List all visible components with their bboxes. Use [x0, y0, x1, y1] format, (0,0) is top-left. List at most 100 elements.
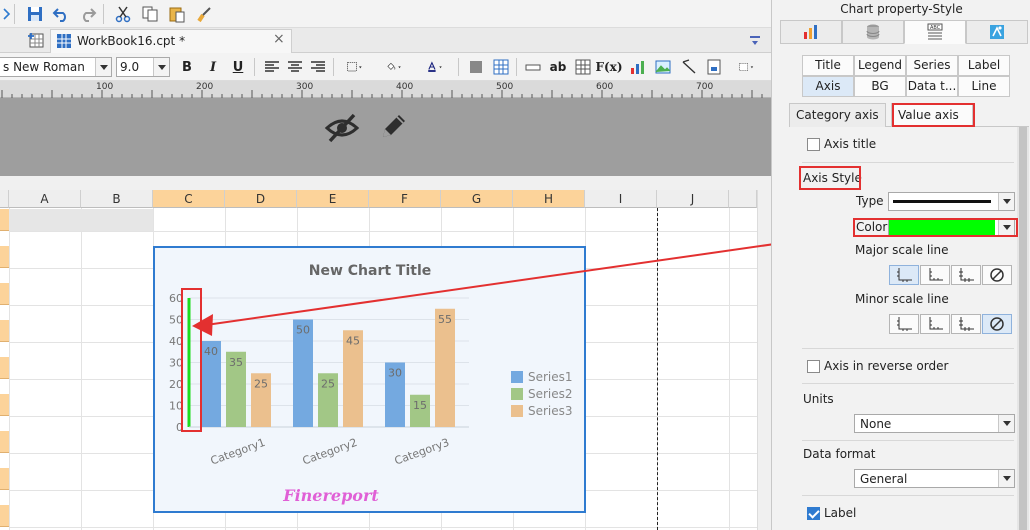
tab-effects[interactable] — [966, 20, 1028, 44]
column-header-k[interactable] — [729, 190, 757, 208]
column-header-i[interactable]: I — [585, 190, 657, 208]
text-insert-button[interactable]: ab — [548, 58, 568, 76]
units-select[interactable]: None — [854, 414, 1015, 433]
scrollbar-thumb[interactable] — [1019, 127, 1027, 530]
font-color-button[interactable] — [418, 58, 452, 76]
column-header-a[interactable]: A — [9, 190, 81, 208]
tab-data[interactable] — [842, 20, 904, 44]
column-header-h[interactable]: H — [513, 190, 585, 208]
hide-eye-icon[interactable] — [324, 112, 360, 144]
row-header[interactable] — [0, 320, 9, 342]
insert-chart-button[interactable] — [628, 58, 648, 76]
tab-chart-type[interactable] — [780, 20, 842, 44]
close-tab-icon[interactable]: × — [273, 31, 285, 47]
minor-scale-none-button[interactable] — [982, 314, 1012, 334]
sheet-vertical-scrollbar[interactable] — [757, 190, 771, 530]
grid-column-line — [9, 208, 10, 530]
cut-button[interactable] — [112, 3, 134, 25]
axis-color-select[interactable] — [888, 218, 1015, 237]
italic-button[interactable]: I — [203, 58, 223, 76]
text-box-button[interactable] — [523, 58, 543, 76]
save-button[interactable] — [24, 3, 46, 25]
data-format-select[interactable]: General — [854, 469, 1015, 488]
ruler-label: 200 — [196, 82, 214, 92]
bold-button[interactable]: B — [177, 58, 197, 76]
copy-icon — [142, 6, 158, 22]
edit-pencil-icon[interactable] — [377, 111, 409, 143]
major-scale-none-button[interactable] — [982, 265, 1012, 285]
column-header-e[interactable]: E — [297, 190, 369, 208]
slash-cell-button[interactable] — [679, 58, 699, 76]
row-header[interactable] — [0, 283, 9, 305]
redo-icon — [83, 8, 97, 22]
row-header[interactable] — [0, 505, 9, 527]
label-checkbox[interactable] — [807, 507, 820, 520]
tab-style[interactable]: ABC — [904, 20, 966, 44]
minor-scale-cross-button[interactable] — [951, 314, 981, 334]
tab-value-axis[interactable]: Value axis — [891, 103, 973, 127]
underline-button[interactable]: U — [228, 58, 248, 76]
paste-button[interactable] — [166, 3, 188, 25]
style-tab-legend[interactable]: Legend — [854, 55, 906, 76]
toolbar-divider — [254, 58, 255, 76]
chart-element[interactable]: New Chart Title 0 10 20 30 40 50 60 40 35 25 Catego… — [153, 246, 586, 513]
panel-vertical-scrollbar[interactable] — [1017, 127, 1029, 530]
style-tab-line[interactable]: Line — [958, 76, 1010, 97]
column-header-f[interactable]: F — [369, 190, 441, 208]
line-type-select[interactable] — [888, 192, 1015, 211]
new-sheet-button[interactable] — [25, 29, 47, 51]
border-button[interactable] — [340, 58, 370, 76]
redo-button[interactable] — [77, 3, 99, 25]
column-header-c[interactable]: C — [153, 190, 225, 208]
widget-button[interactable] — [730, 58, 764, 76]
major-scale-cross-button[interactable] — [951, 265, 981, 285]
row-header[interactable] — [0, 431, 9, 453]
sub-report-button[interactable] — [704, 58, 724, 76]
column-header-b[interactable]: B — [81, 190, 153, 208]
insert-image-button[interactable] — [653, 58, 673, 76]
style-tab-series[interactable]: Series — [906, 55, 958, 76]
reverse-order-label: Axis in reverse order — [824, 359, 949, 373]
font-size-select[interactable]: 9.0 — [116, 57, 170, 77]
style-tab-label[interactable]: Label — [958, 55, 1010, 76]
copy-button[interactable] — [139, 3, 161, 25]
style-tab-data-table[interactable]: Data t... — [906, 76, 958, 97]
style-tab-bg[interactable]: BG — [854, 76, 906, 97]
table-button[interactable] — [491, 58, 511, 76]
undo-button[interactable] — [50, 3, 72, 25]
tab-category-axis[interactable]: Category axis — [789, 103, 886, 127]
image-icon — [655, 60, 671, 74]
font-family-select[interactable]: s New Roman — [0, 57, 112, 77]
row-header[interactable] — [0, 209, 9, 231]
quick-access-toolbar — [0, 0, 771, 28]
row-header[interactable] — [0, 246, 9, 268]
align-center-button[interactable] — [285, 58, 305, 76]
column-header-j[interactable]: J — [657, 190, 729, 208]
merge-cells-button[interactable] — [466, 58, 486, 76]
cell-element-button[interactable] — [573, 58, 593, 76]
document-tab[interactable]: WorkBook16.cpt * × — [50, 29, 292, 53]
corner-header[interactable] — [0, 190, 9, 208]
fill-color-button[interactable] — [377, 58, 411, 76]
reverse-order-checkbox[interactable] — [807, 360, 820, 373]
align-right-button[interactable] — [308, 58, 328, 76]
clipboard-icon — [169, 7, 185, 23]
minor-scale-inside-button[interactable] — [920, 314, 950, 334]
style-tab-axis[interactable]: Axis — [802, 76, 854, 97]
major-scale-outside-button[interactable] — [889, 265, 919, 285]
major-scale-inside-button[interactable] — [920, 265, 950, 285]
format-painter-button[interactable] — [193, 3, 215, 25]
row-header[interactable] — [0, 468, 9, 490]
legend-label: Series2 — [528, 387, 573, 401]
style-tab-title[interactable]: Title — [802, 55, 854, 76]
row-header[interactable] — [0, 394, 9, 416]
formula-button[interactable]: F(x) — [595, 58, 622, 76]
axis-title-checkbox[interactable] — [807, 138, 820, 151]
row-header[interactable] — [0, 357, 9, 379]
column-header-d[interactable]: D — [225, 190, 297, 208]
align-left-button[interactable] — [262, 58, 282, 76]
column-header-g[interactable]: G — [441, 190, 513, 208]
tab-menu-button[interactable] — [744, 29, 766, 51]
minor-scale-outside-button[interactable] — [889, 314, 919, 334]
designer-area: WorkBook16.cpt * × s New Roman 9.0 B I U — [0, 0, 771, 530]
